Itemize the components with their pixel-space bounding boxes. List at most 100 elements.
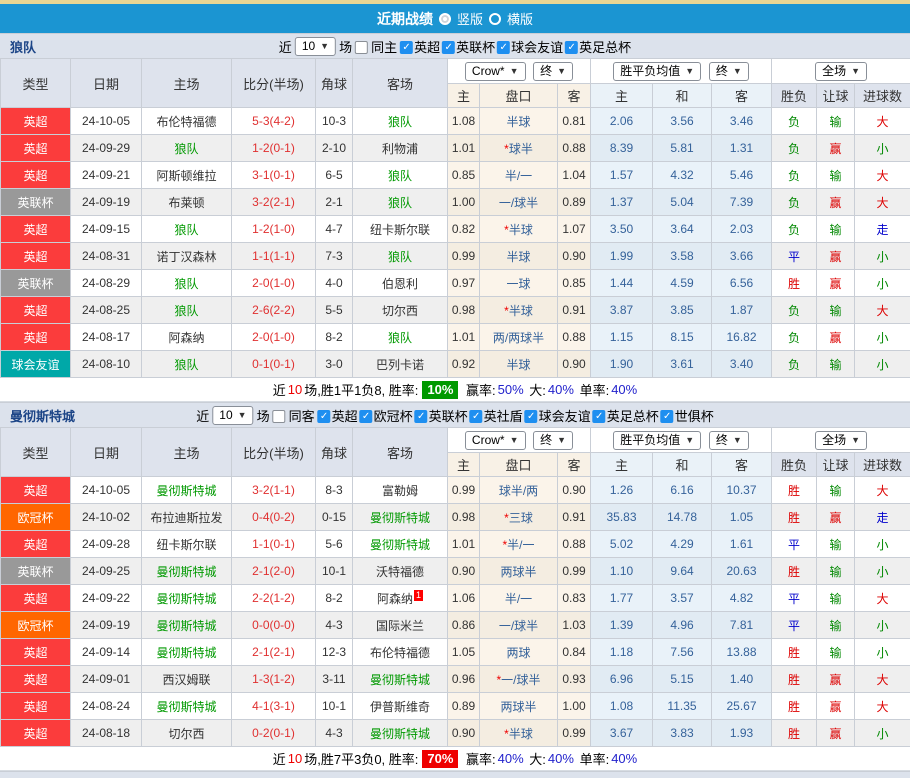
avg-draw: 14.78 [653, 504, 712, 531]
chevron-down-icon: ▼ [851, 64, 860, 79]
stat-label: 单率: [576, 749, 609, 768]
match-scope-select[interactable]: 全场▼ [815, 431, 867, 450]
corners: 0-15 [316, 504, 353, 531]
league-filter[interactable]: 欧冠杯 [360, 406, 413, 425]
league-filter[interactable]: 英联杯 [442, 37, 495, 56]
stat-value: 40% [611, 751, 637, 766]
chevron-down-icon: ▼ [685, 433, 694, 448]
radio-vertical-label[interactable]: 竖版 [457, 9, 483, 28]
handicap: 球半/两 [480, 477, 558, 504]
team-section-wolves: 狼队 近 10▼ 场 同主 英超英联杯球会友谊英足总杯 类型 日期 主场 比分(… [0, 33, 910, 402]
league-filter[interactable]: 球会友谊 [525, 406, 591, 425]
handicap: *半球 [480, 297, 558, 324]
match-row: 英超24-09-01西汉姆联1-3(1-2)3-11曼彻斯特城0.96*一/球半… [1, 666, 910, 693]
home-team: 狼队 [142, 216, 232, 243]
odds-home: 1.05 [448, 639, 480, 666]
result-wdl: 胜 [772, 639, 817, 666]
match-row: 英超24-08-31诺丁汉森林1-1(1-1)7-3狼队0.99半球0.901.… [1, 243, 910, 270]
chevron-down-icon: ▼ [320, 39, 329, 54]
radio-horizontal-label[interactable]: 横版 [507, 9, 533, 28]
checkbox-checked-icon[interactable] [565, 41, 578, 54]
handicap: *一/球半 [480, 666, 558, 693]
corners: 8-2 [316, 324, 353, 351]
bookmaker-select[interactable]: Crow*▼ [465, 62, 526, 81]
odds-away: 1.07 [558, 216, 591, 243]
avg-draw: 9.64 [653, 558, 712, 585]
league-filter[interactable]: 英社盾 [470, 406, 523, 425]
col-odds-away: 客 [558, 453, 591, 477]
result-wdl: 负 [772, 324, 817, 351]
chevron-down-icon: ▼ [685, 64, 694, 79]
checkbox-checked-icon[interactable] [400, 41, 413, 54]
avg-time-select[interactable]: 终▼ [709, 431, 749, 450]
match-date: 24-09-19 [71, 612, 142, 639]
corners: 10-1 [316, 693, 353, 720]
summary-text: 场,胜7平3负0, 胜率: [304, 749, 418, 768]
recent-count-select[interactable]: 10▼ [295, 37, 336, 56]
rank-badge: 1 [414, 590, 423, 601]
col-type: 类型 [1, 59, 71, 108]
avg-type-value: 胜平负均值 [620, 64, 680, 79]
recent-count-select[interactable]: 10▼ [212, 406, 253, 425]
result-handicap: 赢 [817, 270, 855, 297]
checkbox-checked-icon[interactable] [593, 410, 606, 423]
away-team: 纽卡斯尔联 [353, 216, 448, 243]
score: 0-1(0-1) [232, 351, 316, 378]
handicap-changed-icon: * [504, 304, 509, 318]
odds-time-select[interactable]: 终▼ [533, 431, 573, 450]
corners: 10-3 [316, 108, 353, 135]
checkbox-checked-icon[interactable] [525, 410, 538, 423]
league-filter[interactable]: 英足总杯 [565, 37, 631, 56]
corners: 4-3 [316, 720, 353, 747]
away-team: 阿森纳1 [353, 585, 448, 612]
same-venue-checkbox[interactable] [355, 41, 368, 54]
odds-away: 0.88 [558, 324, 591, 351]
result-wdl: 平 [772, 612, 817, 639]
team-name: 曼彻斯特城 [10, 406, 75, 425]
bookmaker-select[interactable]: Crow*▼ [465, 431, 526, 450]
result-goals: 大 [855, 693, 910, 720]
competition-badge: 英超 [1, 531, 71, 558]
result-wdl: 平 [772, 585, 817, 612]
league-filter[interactable]: 英超 [400, 37, 440, 56]
checkbox-checked-icon[interactable] [318, 410, 331, 423]
score: 2-0(1-0) [232, 270, 316, 297]
league-filter[interactable]: 世俱杯 [661, 406, 714, 425]
avg-time-select[interactable]: 终▼ [709, 62, 749, 81]
avg-away: 3.46 [712, 108, 772, 135]
score: 0-4(0-2) [232, 504, 316, 531]
match-date: 24-10-05 [71, 477, 142, 504]
near-label: 近 [196, 406, 209, 425]
checkbox-checked-icon[interactable] [360, 410, 373, 423]
away-team: 国际米兰 [353, 612, 448, 639]
checkbox-checked-icon[interactable] [470, 410, 483, 423]
away-team: 狼队 [353, 162, 448, 189]
checkbox-checked-icon[interactable] [661, 410, 674, 423]
result-handicap: 输 [817, 351, 855, 378]
col-avg-draw: 和 [653, 453, 712, 477]
match-scope-select[interactable]: 全场▼ [815, 62, 867, 81]
checkbox-checked-icon[interactable] [442, 41, 455, 54]
odds-away: 0.90 [558, 351, 591, 378]
league-filter[interactable]: 球会友谊 [497, 37, 563, 56]
handicap: *半球 [480, 720, 558, 747]
col-away: 客场 [353, 428, 448, 477]
league-filter-label: 英联杯 [429, 406, 468, 425]
avg-type-select[interactable]: 胜平负均值▼ [613, 431, 701, 450]
team-bar: 狼队 近 10▼ 场 同主 英超英联杯球会友谊英足总杯 [0, 33, 910, 58]
home-team: 切尔西 [142, 720, 232, 747]
radio-horizontal-layout[interactable] [489, 13, 501, 25]
checkbox-checked-icon[interactable] [415, 410, 428, 423]
league-filter[interactable]: 英超 [318, 406, 358, 425]
league-filter-label: 欧冠杯 [374, 406, 413, 425]
checkbox-checked-icon[interactable] [497, 41, 510, 54]
league-filter-label: 英超 [414, 37, 440, 56]
avg-type-select[interactable]: 胜平负均值 ▼ [613, 62, 701, 81]
odds-time-select[interactable]: 终▼ [533, 62, 573, 81]
league-filter[interactable]: 英足总杯 [593, 406, 659, 425]
radio-vertical-layout[interactable] [439, 13, 451, 25]
avg-home: 1.15 [591, 324, 653, 351]
league-filter[interactable]: 英联杯 [415, 406, 468, 425]
same-venue-checkbox[interactable] [273, 410, 286, 423]
match-date: 24-09-14 [71, 639, 142, 666]
